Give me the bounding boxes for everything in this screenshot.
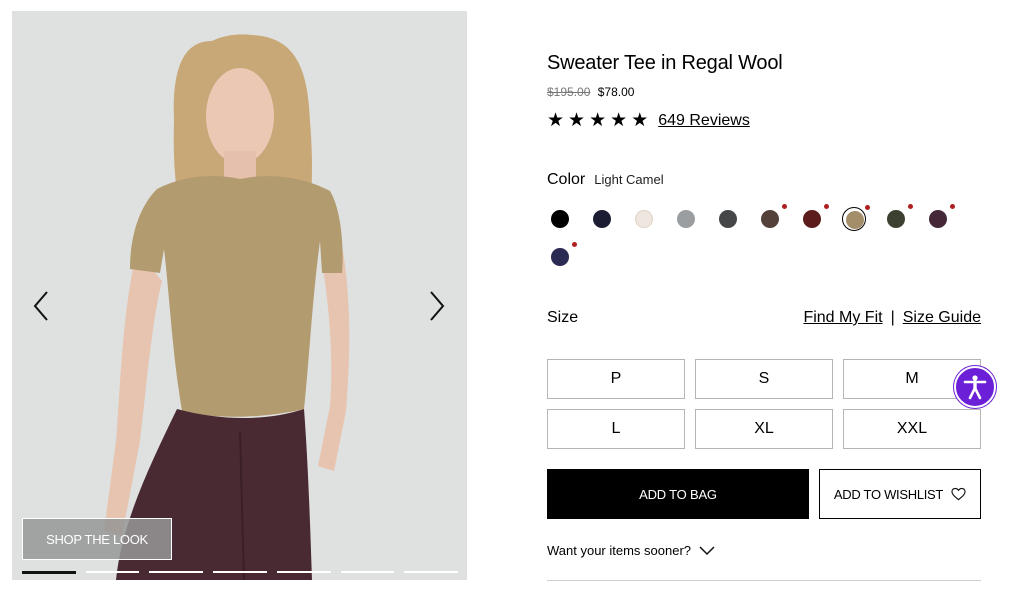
color-swatch-fill [887,210,905,228]
color-swatch[interactable] [758,204,787,231]
next-image-button[interactable] [422,281,452,331]
size-option-l[interactable]: L [547,409,685,449]
color-heading: Color Light Camel [547,171,664,189]
color-swatch-fill [846,211,864,229]
delivery-options-label: Want your items sooner? [547,543,692,558]
color-swatch[interactable] [548,242,577,269]
size-heading: Size Find My Fit | Size Guide [547,307,981,329]
color-swatch-fill [761,210,779,228]
chevron-down-icon [699,545,715,555]
slide-indicator[interactable] [276,571,331,573]
sale-price: $78.00 [597,85,635,99]
size-options: P S M L XL XXL [547,359,981,449]
swatch-indicator-dot [824,204,829,209]
swatch-indicator-dot [908,204,913,209]
color-swatch[interactable] [716,207,740,231]
star-rating: ★ ★ ★ ★ ★ [547,111,648,131]
size-option-s[interactable]: S [695,359,833,399]
delivery-options-toggle[interactable]: Want your items sooner? [547,543,715,558]
shop-the-look-button[interactable]: SHOP THE LOOK [22,518,172,560]
reviews-link[interactable]: 649 Reviews [658,112,750,130]
color-swatch[interactable] [548,207,572,231]
slide-indicator[interactable] [404,571,459,573]
chevron-right-icon [430,291,445,321]
color-swatch[interactable] [674,207,698,231]
slide-indicators [22,571,459,574]
color-swatch-fill [929,210,947,228]
size-guide-link[interactable]: Size Guide [903,309,981,327]
color-swatch[interactable] [884,204,913,231]
star-icon: ★ [589,110,607,131]
star-icon: ★ [610,110,628,131]
star-icon: ★ [547,110,565,131]
color-swatch-fill [803,210,821,228]
swatch-indicator-dot [782,204,787,209]
star-icon: ★ [631,110,649,131]
product-image-gallery[interactable]: SHOP THE LOOK [12,11,467,580]
heart-icon [951,487,966,501]
swatch-indicator-dot [865,205,870,210]
color-swatch-fill [719,210,737,228]
size-links: Find My Fit | Size Guide [803,309,981,327]
color-swatch[interactable] [842,205,870,231]
swatch-indicator-dot [950,204,955,209]
previous-image-button[interactable] [26,281,56,331]
color-swatch-fill [551,248,569,266]
original-price: $195.00 [547,85,591,99]
size-option-xxl[interactable]: XXL [843,409,981,449]
section-divider [547,580,981,581]
slide-indicator[interactable] [85,571,140,573]
product-title: Sweater Tee in Regal Wool [547,52,783,74]
color-swatch[interactable] [590,207,614,231]
color-label: Color [547,171,586,188]
add-to-wishlist-label: ADD TO WISHLIST [833,486,944,502]
add-to-bag-button[interactable]: ADD TO BAG [547,469,809,519]
add-to-wishlist-button[interactable]: ADD TO WISHLIST [819,469,981,519]
color-swatch[interactable] [926,204,955,231]
product-details-panel: Sweater Tee in Regal Wool $195.00 $78.00… [547,0,981,598]
slide-indicator[interactable] [149,571,204,573]
color-swatch[interactable] [800,204,829,231]
chevron-left-icon [33,291,48,321]
color-swatch-fill [593,210,611,228]
size-option-xl[interactable]: XL [695,409,833,449]
accessibility-icon [963,375,987,400]
color-swatch-fill [635,210,653,228]
find-my-fit-link[interactable]: Find My Fit [803,309,882,327]
selected-color-name: Light Camel [594,172,664,187]
link-separator: | [890,309,895,326]
size-option-p[interactable]: P [547,359,685,399]
price-block: $195.00 $78.00 [547,85,634,99]
size-label: Size [547,309,579,326]
color-swatch-fill [551,210,569,228]
swatch-indicator-dot [572,242,577,247]
color-swatch-fill [677,210,695,228]
slide-indicator[interactable] [22,571,76,574]
star-icon: ★ [568,110,586,131]
slide-indicator[interactable] [213,571,267,573]
color-swatch[interactable] [632,207,656,231]
slide-indicator[interactable] [340,571,395,573]
product-photo [12,11,467,580]
rating-row: ★ ★ ★ ★ ★ 649 Reviews [547,111,750,131]
accessibility-button[interactable] [954,366,996,408]
